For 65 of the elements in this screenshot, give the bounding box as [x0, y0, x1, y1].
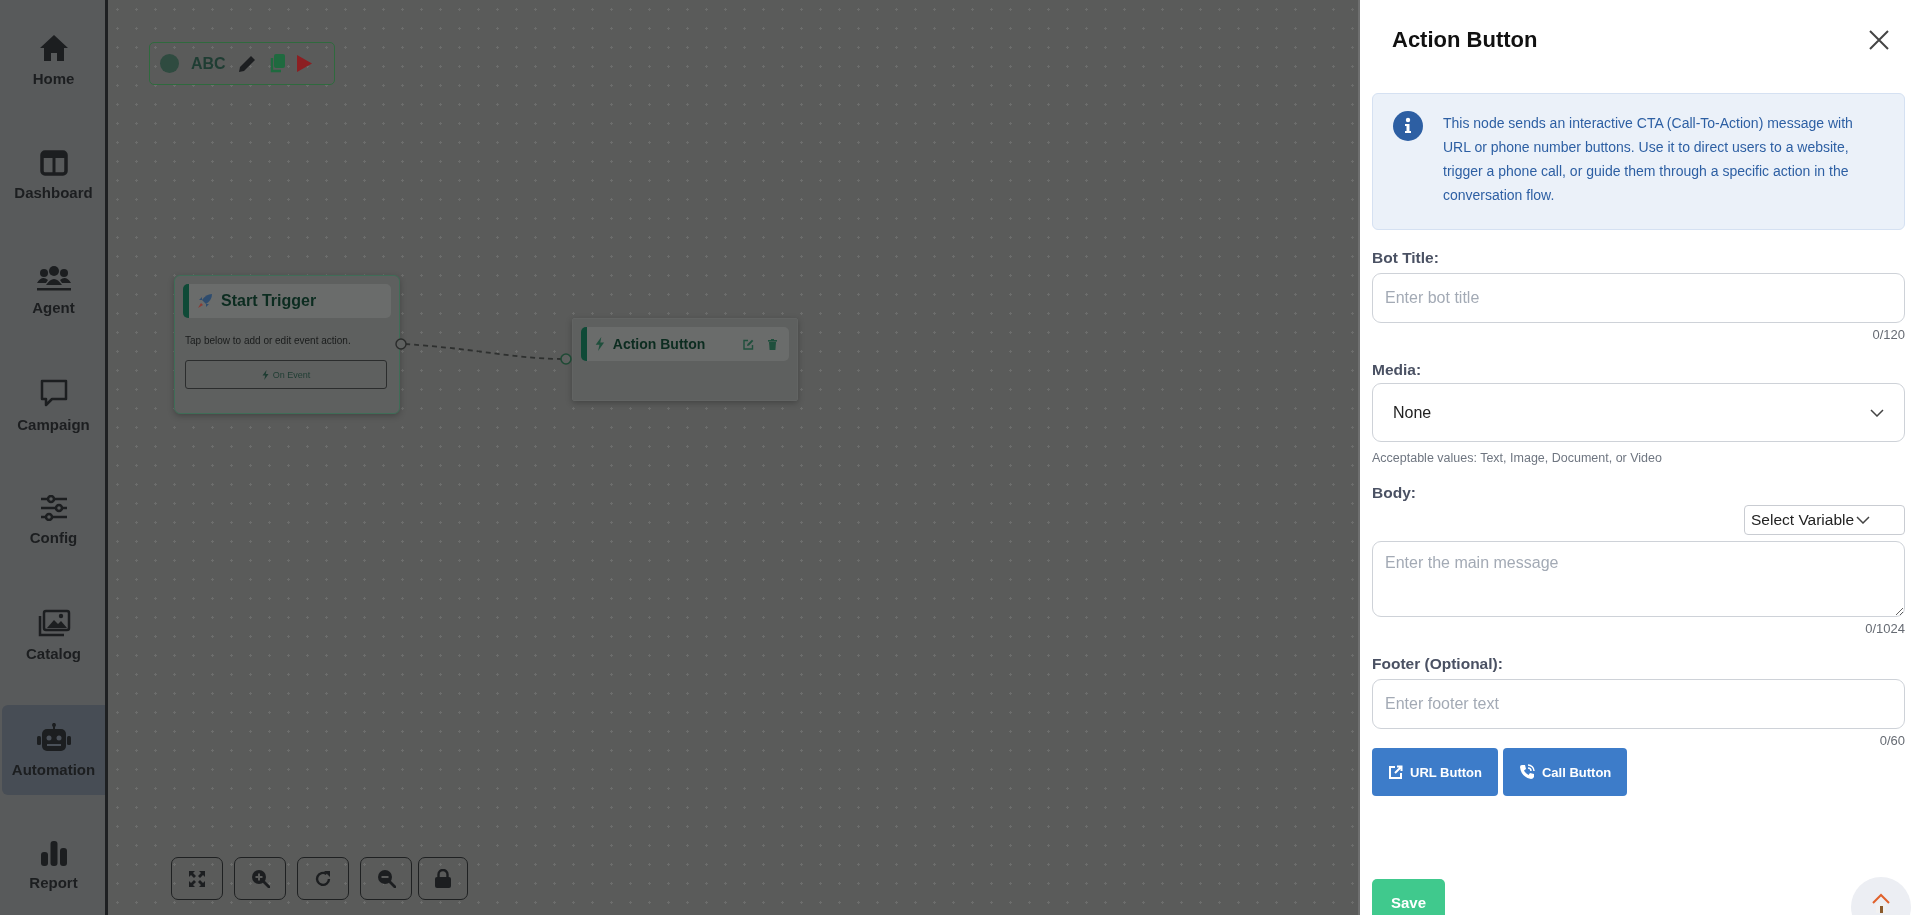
- speech-bubble-icon: [38, 377, 69, 408]
- canvas-control-button[interactable]: [234, 857, 286, 900]
- add-button[interactable]: Call Button: [1502, 748, 1628, 796]
- dashboard-icon: [39, 149, 68, 176]
- sidebar-item[interactable]: Campaign: [2, 360, 105, 450]
- phone-icon: [1518, 764, 1535, 780]
- text-input[interactable]: Enter footer text: [1372, 679, 1905, 729]
- char-counter: 0/1024: [1864, 621, 1905, 636]
- field-label: Footer (Optional):: [1372, 655, 1504, 673]
- field-label: Body:: [1372, 484, 1417, 502]
- home-icon: [38, 33, 69, 62]
- field-label: Media:: [1372, 361, 1423, 379]
- external-link-icon: [1388, 764, 1403, 780]
- zoom-in-icon: [250, 869, 270, 888]
- char-counter: 0/120: [1871, 327, 1905, 342]
- lock-icon: [435, 869, 451, 888]
- sidebar-item[interactable]: Report: [2, 820, 105, 910]
- sidebar-item[interactable]: Catalog: [2, 590, 105, 680]
- lightning-icon: [595, 337, 605, 351]
- connection-handle[interactable]: [560, 353, 572, 365]
- field-label: Bot Title:: [1372, 249, 1440, 267]
- sidebar-item[interactable]: Home: [2, 15, 105, 105]
- rocket-icon: [197, 293, 213, 309]
- node-title: Action Button: [612, 336, 707, 352]
- play-icon[interactable]: [296, 55, 312, 72]
- lightning-icon: [261, 369, 269, 380]
- status-dot: [160, 54, 179, 73]
- save-button[interactable]: Save: [1372, 879, 1445, 915]
- bar-chart-icon: [39, 839, 68, 866]
- panel-title: Action Button: [1392, 26, 1538, 53]
- chevron-down-icon: [1856, 516, 1871, 524]
- sidebar-item[interactable]: Dashboard: [2, 130, 105, 220]
- message-textarea[interactable]: Enter the main message: [1372, 541, 1905, 617]
- pencil-icon[interactable]: [237, 54, 257, 73]
- close-icon: [1869, 29, 1889, 50]
- zoom-out-icon: [376, 869, 396, 888]
- images-icon: [36, 608, 71, 637]
- info-text: This node sends an interactive CTA (Call-To-Action) message with URL or phone number buttons. Use it to direct users to a website, trigger a phone call, or guide them through a specific action in the conversation flow.: [1443, 114, 1854, 205]
- refresh-icon: [314, 869, 332, 888]
- canvas-control-button[interactable]: [360, 857, 412, 900]
- chevron-down-icon: [1870, 408, 1884, 417]
- group-icon: [35, 264, 72, 291]
- sliders-icon: [38, 494, 69, 521]
- flow-node[interactable]: Action Button: [572, 318, 798, 401]
- canvas-control-button[interactable]: [418, 857, 468, 900]
- node-description: Tap below to add or edit event action.: [185, 335, 352, 346]
- expand-icon: [189, 870, 205, 887]
- node-title: Start Trigger: [221, 292, 318, 310]
- edit-icon[interactable]: [743, 338, 754, 350]
- robot-icon: [35, 722, 72, 753]
- media-dropdown[interactable]: None: [1372, 383, 1905, 442]
- sidebar-item[interactable]: Agent: [2, 245, 105, 335]
- text-input[interactable]: Enter bot title: [1372, 273, 1905, 323]
- canvas-control-button[interactable]: [171, 857, 223, 900]
- add-button[interactable]: URL Button: [1372, 748, 1498, 796]
- info-icon: [1393, 111, 1423, 141]
- char-counter: 0/60: [1878, 733, 1905, 748]
- field-hint: Acceptable values: Text, Image, Document, or Video: [1372, 451, 1663, 465]
- sidebar-item[interactable]: Config: [2, 475, 105, 565]
- trash-icon[interactable]: [768, 338, 777, 350]
- variable-dropdown[interactable]: Select Variable: [1744, 505, 1905, 535]
- canvas-control-button[interactable]: [297, 857, 349, 900]
- connection-handle[interactable]: [395, 338, 407, 350]
- toolbar-label: ABC: [191, 54, 226, 73]
- house-icon: [1871, 893, 1891, 913]
